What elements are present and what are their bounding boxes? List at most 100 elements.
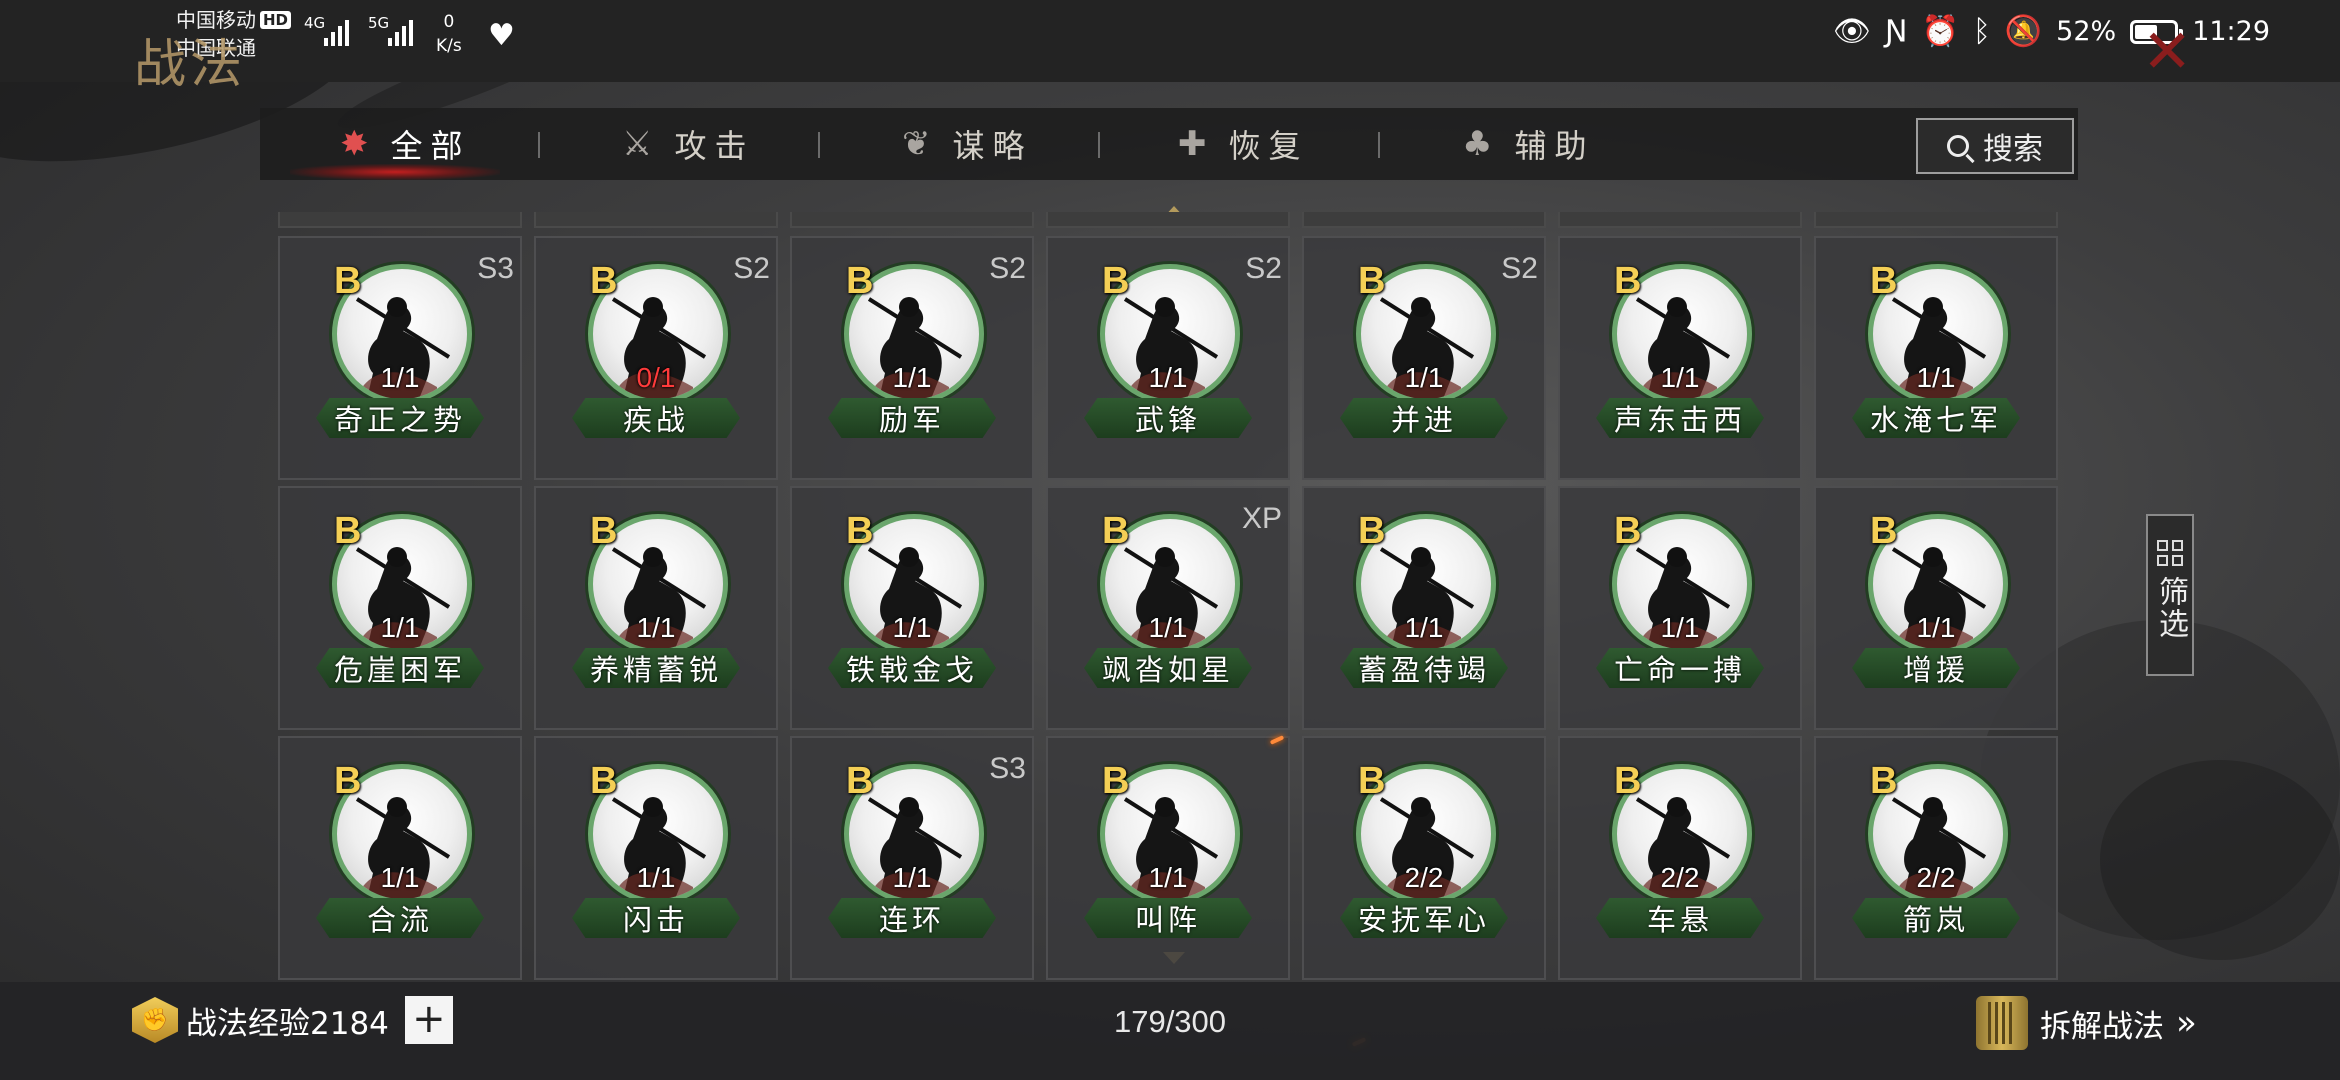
skill-card[interactable]: B 1/1 合流 xyxy=(278,736,522,980)
tab-label: 辅助 xyxy=(1514,127,1595,165)
search-icon xyxy=(1947,135,1969,157)
skill-name: 增援 xyxy=(1852,648,2020,688)
signal-4g-label: 4G xyxy=(304,14,326,32)
fist-badge-icon: ✊ xyxy=(132,997,178,1043)
skill-card[interactable]: B 1/1 增援 xyxy=(1814,486,2058,730)
add-exp-button[interactable]: + xyxy=(404,996,453,1044)
skill-card[interactable]: B S3 1/1 连环 xyxy=(790,736,1034,980)
tab-divider xyxy=(1098,132,1100,158)
skill-count: 1/1 xyxy=(380,862,420,893)
skill-card[interactable]: B 2/2 安抚军心 xyxy=(1302,736,1546,980)
season-tag: S2 xyxy=(733,252,770,285)
skill-name: 连环 xyxy=(828,898,996,938)
grade-badge: B xyxy=(1870,760,1898,802)
battery-percent: 52% xyxy=(2056,16,2117,47)
tab-divider xyxy=(538,132,540,158)
ink-splash xyxy=(2100,760,2340,960)
bluetooth-icon: ᛒ xyxy=(1972,14,1991,49)
card-edge xyxy=(278,212,522,228)
card-edge xyxy=(1046,212,1290,228)
skill-card[interactable]: B 1/1 铁戟金戈 xyxy=(790,486,1034,730)
skill-name: 并进 xyxy=(1340,398,1508,438)
filter-button[interactable]: 筛选 xyxy=(2146,514,2194,676)
skill-name: 车悬 xyxy=(1596,898,1764,938)
search-button[interactable]: 搜索 xyxy=(1916,118,2074,174)
net-speed-value: 0 xyxy=(443,12,455,32)
tab-label: 谋略 xyxy=(952,127,1033,165)
grade-badge: B xyxy=(1102,260,1130,302)
skill-count: 1/1 xyxy=(1148,612,1188,643)
hd-badge: HD xyxy=(260,11,292,29)
season-tag: S3 xyxy=(989,752,1026,785)
skill-name: 危崖困军 xyxy=(316,648,484,688)
grade-badge: B xyxy=(1358,760,1386,802)
skill-name: 奇正之势 xyxy=(316,398,484,438)
close-icon[interactable]: ✕ xyxy=(2142,22,2192,82)
grade-badge: B xyxy=(846,760,874,802)
search-label: 搜索 xyxy=(1983,132,2043,167)
skill-count: 2/2 xyxy=(1660,862,1700,893)
skill-card[interactable]: B S2 0/1 疾战 xyxy=(534,236,778,480)
signal-5g-label: 5G xyxy=(368,14,390,32)
grade-badge: B xyxy=(334,760,362,802)
tab-strategy[interactable]: ❦ 谋略 xyxy=(902,108,1033,180)
skill-card[interactable]: B 1/1 水淹七军 xyxy=(1814,236,2058,480)
skill-count: 1/1 xyxy=(1148,362,1188,393)
status-icons: 👁 Ɲ ⏰ ᛒ 🔕 52% 11:29 xyxy=(1833,14,2270,49)
tab-attack[interactable]: ⚔ 攻击 xyxy=(622,108,755,180)
skill-card[interactable]: B S3 1/1 奇正之势 xyxy=(278,236,522,480)
dismantle-skills-button[interactable]: 拆解战法 » xyxy=(1976,996,2197,1050)
skill-card[interactable]: B 1/1 蓄盈待竭 xyxy=(1302,486,1546,730)
tab-support[interactable]: ♣ 辅助 xyxy=(1462,108,1595,180)
skill-name: 铁戟金戈 xyxy=(828,648,996,688)
signal-bars-icon xyxy=(388,16,413,46)
skill-card[interactable]: B 1/1 亡命一搏 xyxy=(1558,486,1802,730)
skill-name: 水淹七军 xyxy=(1852,398,2020,438)
skill-count: 1/1 xyxy=(1916,362,1956,393)
tab-all[interactable]: ✸ 全部 xyxy=(340,108,471,180)
skill-card[interactable]: B 1/1 叫阵 xyxy=(1046,736,1290,980)
skill-exp: ✊ 战法经验2184 + xyxy=(132,996,453,1044)
net-speed: 0 K/s xyxy=(436,10,462,58)
grade-badge: B xyxy=(590,260,618,302)
scroll-icon xyxy=(1976,996,2028,1050)
card-edge xyxy=(790,212,1034,228)
skill-card[interactable]: B 2/2 箭岚 xyxy=(1814,736,2058,980)
card-edge xyxy=(1302,212,1546,228)
grade-badge: B xyxy=(334,260,362,302)
grade-badge: B xyxy=(1102,510,1130,552)
grade-badge: B xyxy=(590,760,618,802)
skill-card[interactable]: B 1/1 闪击 xyxy=(534,736,778,980)
skill-name: 武锋 xyxy=(1084,398,1252,438)
skill-card[interactable]: B 2/2 车悬 xyxy=(1558,736,1802,980)
grade-badge: B xyxy=(846,260,874,302)
skill-card[interactable]: B XP 1/1 飒沓如星 xyxy=(1046,486,1290,730)
skill-count: 1/1 xyxy=(892,862,932,893)
skill-name: 合流 xyxy=(316,898,484,938)
skill-card[interactable]: B S2 1/1 并进 xyxy=(1302,236,1546,480)
tab-divider xyxy=(818,132,820,158)
skill-card[interactable]: B S2 1/1 励军 xyxy=(790,236,1034,480)
pouch-icon: ♣ xyxy=(1462,124,1501,164)
skill-capacity: 179/300 xyxy=(1113,1004,1227,1039)
crossed-swords-icon: ⚔ xyxy=(622,124,661,164)
skill-count: 1/1 xyxy=(1660,612,1700,643)
skill-card[interactable]: B 1/1 声东击西 xyxy=(1558,236,1802,480)
grade-badge: B xyxy=(846,510,874,552)
skill-card[interactable]: B 1/1 危崖困军 xyxy=(278,486,522,730)
skill-count: 1/1 xyxy=(892,362,932,393)
season-tag: S3 xyxy=(477,252,514,285)
skill-count: 1/1 xyxy=(380,362,420,393)
skill-count: 2/2 xyxy=(1916,862,1956,893)
grade-badge: B xyxy=(1614,760,1642,802)
season-tag: S2 xyxy=(1501,252,1538,285)
skill-count: 1/1 xyxy=(1404,362,1444,393)
grade-badge: B xyxy=(334,510,362,552)
skill-name: 箭岚 xyxy=(1852,898,2020,938)
skill-name: 声东击西 xyxy=(1596,398,1764,438)
skill-count: 1/1 xyxy=(380,612,420,643)
skill-card[interactable]: B 1/1 养精蓄锐 xyxy=(534,486,778,730)
season-tag: S2 xyxy=(1245,252,1282,285)
skill-card[interactable]: B S2 1/1 武锋 xyxy=(1046,236,1290,480)
tab-recover[interactable]: ✚ 恢复 xyxy=(1178,108,1309,180)
